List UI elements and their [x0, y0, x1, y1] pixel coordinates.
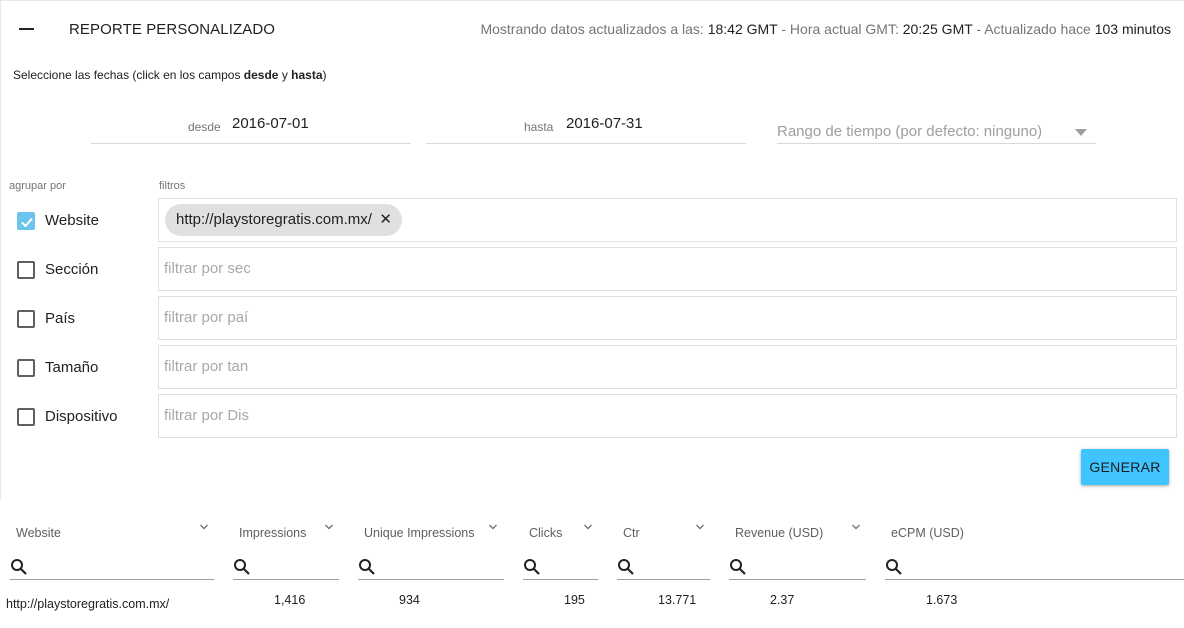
filter-pais-input[interactable]	[164, 309, 256, 326]
update-status: Mostrando datos actualizados a las: 18:4…	[480, 21, 1171, 37]
search-impressions-input[interactable]	[257, 558, 339, 576]
current-time: 20:25 GMT	[902, 21, 973, 37]
date-to-value: 2016-07-31	[566, 115, 643, 132]
chevron-down-icon[interactable]	[488, 522, 498, 532]
checkmark-icon	[21, 217, 33, 228]
page-title: REPORTE PERSONALIZADO	[69, 21, 276, 38]
status-prefix: Mostrando datos actualizados a las:	[480, 21, 704, 37]
filter-seccion[interactable]	[158, 247, 1177, 291]
date-to-field[interactable]: hasta 2016-07-31	[426, 112, 746, 144]
chevron-down-icon[interactable]	[199, 522, 209, 532]
filters-label: filtros	[159, 180, 186, 192]
chevron-down-icon[interactable]	[583, 522, 593, 532]
filter-website[interactable]: http://playstoregratis.com.mx/ ✕	[158, 198, 1177, 242]
group-tamano-label: Tamaño	[45, 359, 99, 376]
search-icon	[730, 559, 746, 575]
group-seccion-label: Sección	[45, 261, 99, 278]
collapse-icon[interactable]	[18, 20, 36, 38]
instructions-y: y	[281, 68, 288, 82]
search-icon	[618, 559, 634, 575]
search-icon	[886, 559, 902, 575]
group-pais-label: País	[45, 310, 76, 327]
search-revenue-input[interactable]	[753, 558, 866, 576]
date-from-label: desde	[188, 120, 221, 134]
chip-remove-icon[interactable]: ✕	[379, 204, 392, 236]
cell-impressions: 1,416	[274, 593, 306, 607]
checkbox-dispositivo[interactable]	[17, 408, 35, 426]
instructions-close: )	[322, 68, 327, 82]
search-clicks-input[interactable]	[547, 558, 598, 576]
chevron-down-icon[interactable]	[324, 522, 334, 532]
cell-revenue: 2.37	[770, 593, 795, 607]
time-range-placeholder: Rango de tiempo (por defecto: ninguno)	[777, 123, 1043, 140]
date-from-field[interactable]: desde 2016-07-01	[91, 112, 411, 144]
dropdown-arrow-icon	[1075, 129, 1087, 136]
cell-unique-impressions: 934	[399, 593, 420, 607]
checkbox-seccion[interactable]	[17, 261, 35, 279]
col-header-clicks[interactable]: Clicks	[529, 526, 562, 540]
search-revenue[interactable]	[729, 556, 866, 580]
col-header-impressions[interactable]: Impressions	[239, 526, 306, 540]
filter-chip: http://playstoregratis.com.mx/ ✕	[165, 204, 402, 236]
instructions-desde: desde	[243, 68, 279, 82]
search-impressions[interactable]	[233, 556, 339, 580]
col-header-website[interactable]: Website	[16, 526, 61, 540]
generate-button[interactable]: GENERAR	[1081, 449, 1169, 485]
checkbox-pais[interactable]	[17, 310, 35, 328]
panel-border-top	[0, 0, 1184, 1]
checkbox-tamano[interactable]	[17, 359, 35, 377]
col-header-ctr[interactable]: Ctr	[623, 526, 640, 540]
search-ctr[interactable]	[617, 556, 710, 580]
instructions-text: Seleccione las fechas (click en los camp…	[13, 68, 241, 82]
search-website[interactable]	[10, 556, 214, 580]
search-ecpm[interactable]	[885, 556, 1184, 580]
group-by-label: agrupar por	[9, 180, 66, 192]
search-icon	[11, 559, 27, 575]
search-unique-impressions-input[interactable]	[382, 558, 504, 576]
search-ecpm-input[interactable]	[909, 558, 1184, 576]
date-from-value: 2016-07-01	[232, 115, 309, 132]
cell-ctr: 13.771	[658, 593, 697, 607]
date-instructions: Seleccione las fechas (click en los camp…	[13, 68, 327, 82]
status-sep-2: - Actualizado hace	[976, 21, 1091, 37]
filter-pais[interactable]	[158, 296, 1177, 340]
group-website-label: Website	[45, 212, 99, 229]
instructions-hasta: hasta	[291, 68, 323, 82]
updated-time: 18:42 GMT	[707, 21, 778, 37]
search-unique-impressions[interactable]	[358, 556, 504, 580]
search-ctr-input[interactable]	[641, 558, 710, 576]
filter-tamano-input[interactable]	[164, 358, 256, 375]
search-icon	[234, 559, 250, 575]
search-icon	[524, 559, 540, 575]
cell-website: http://playstoregratis.com.mx/	[6, 597, 170, 611]
checkbox-website[interactable]	[17, 212, 35, 230]
search-icon	[359, 559, 375, 575]
updated-ago: 103 minutos	[1094, 21, 1171, 37]
search-website-input[interactable]	[34, 558, 214, 576]
filter-tamano[interactable]	[158, 345, 1177, 389]
filter-chip-label: http://playstoregratis.com.mx/	[176, 211, 372, 228]
cell-ecpm: 1.673	[926, 593, 958, 607]
date-to-label: hasta	[524, 120, 554, 134]
panel-border-left	[0, 0, 1, 500]
col-header-ecpm[interactable]: eCPM (USD)	[891, 526, 964, 540]
filter-dispositivo[interactable]	[158, 394, 1177, 438]
group-dispositivo-label: Dispositivo	[45, 408, 118, 425]
status-sep-1: - Hora actual GMT:	[781, 21, 899, 37]
chevron-down-icon[interactable]	[851, 522, 861, 532]
search-clicks[interactable]	[523, 556, 598, 580]
filter-seccion-input[interactable]	[164, 260, 256, 277]
filter-dispositivo-input[interactable]	[164, 407, 256, 424]
cell-clicks: 195	[564, 593, 585, 607]
time-range-select[interactable]: Rango de tiempo (por defecto: ninguno)	[777, 117, 1096, 144]
chevron-down-icon[interactable]	[695, 522, 705, 532]
col-header-unique-impressions[interactable]: Unique Impressions	[364, 526, 474, 540]
col-header-revenue[interactable]: Revenue (USD)	[735, 526, 823, 540]
